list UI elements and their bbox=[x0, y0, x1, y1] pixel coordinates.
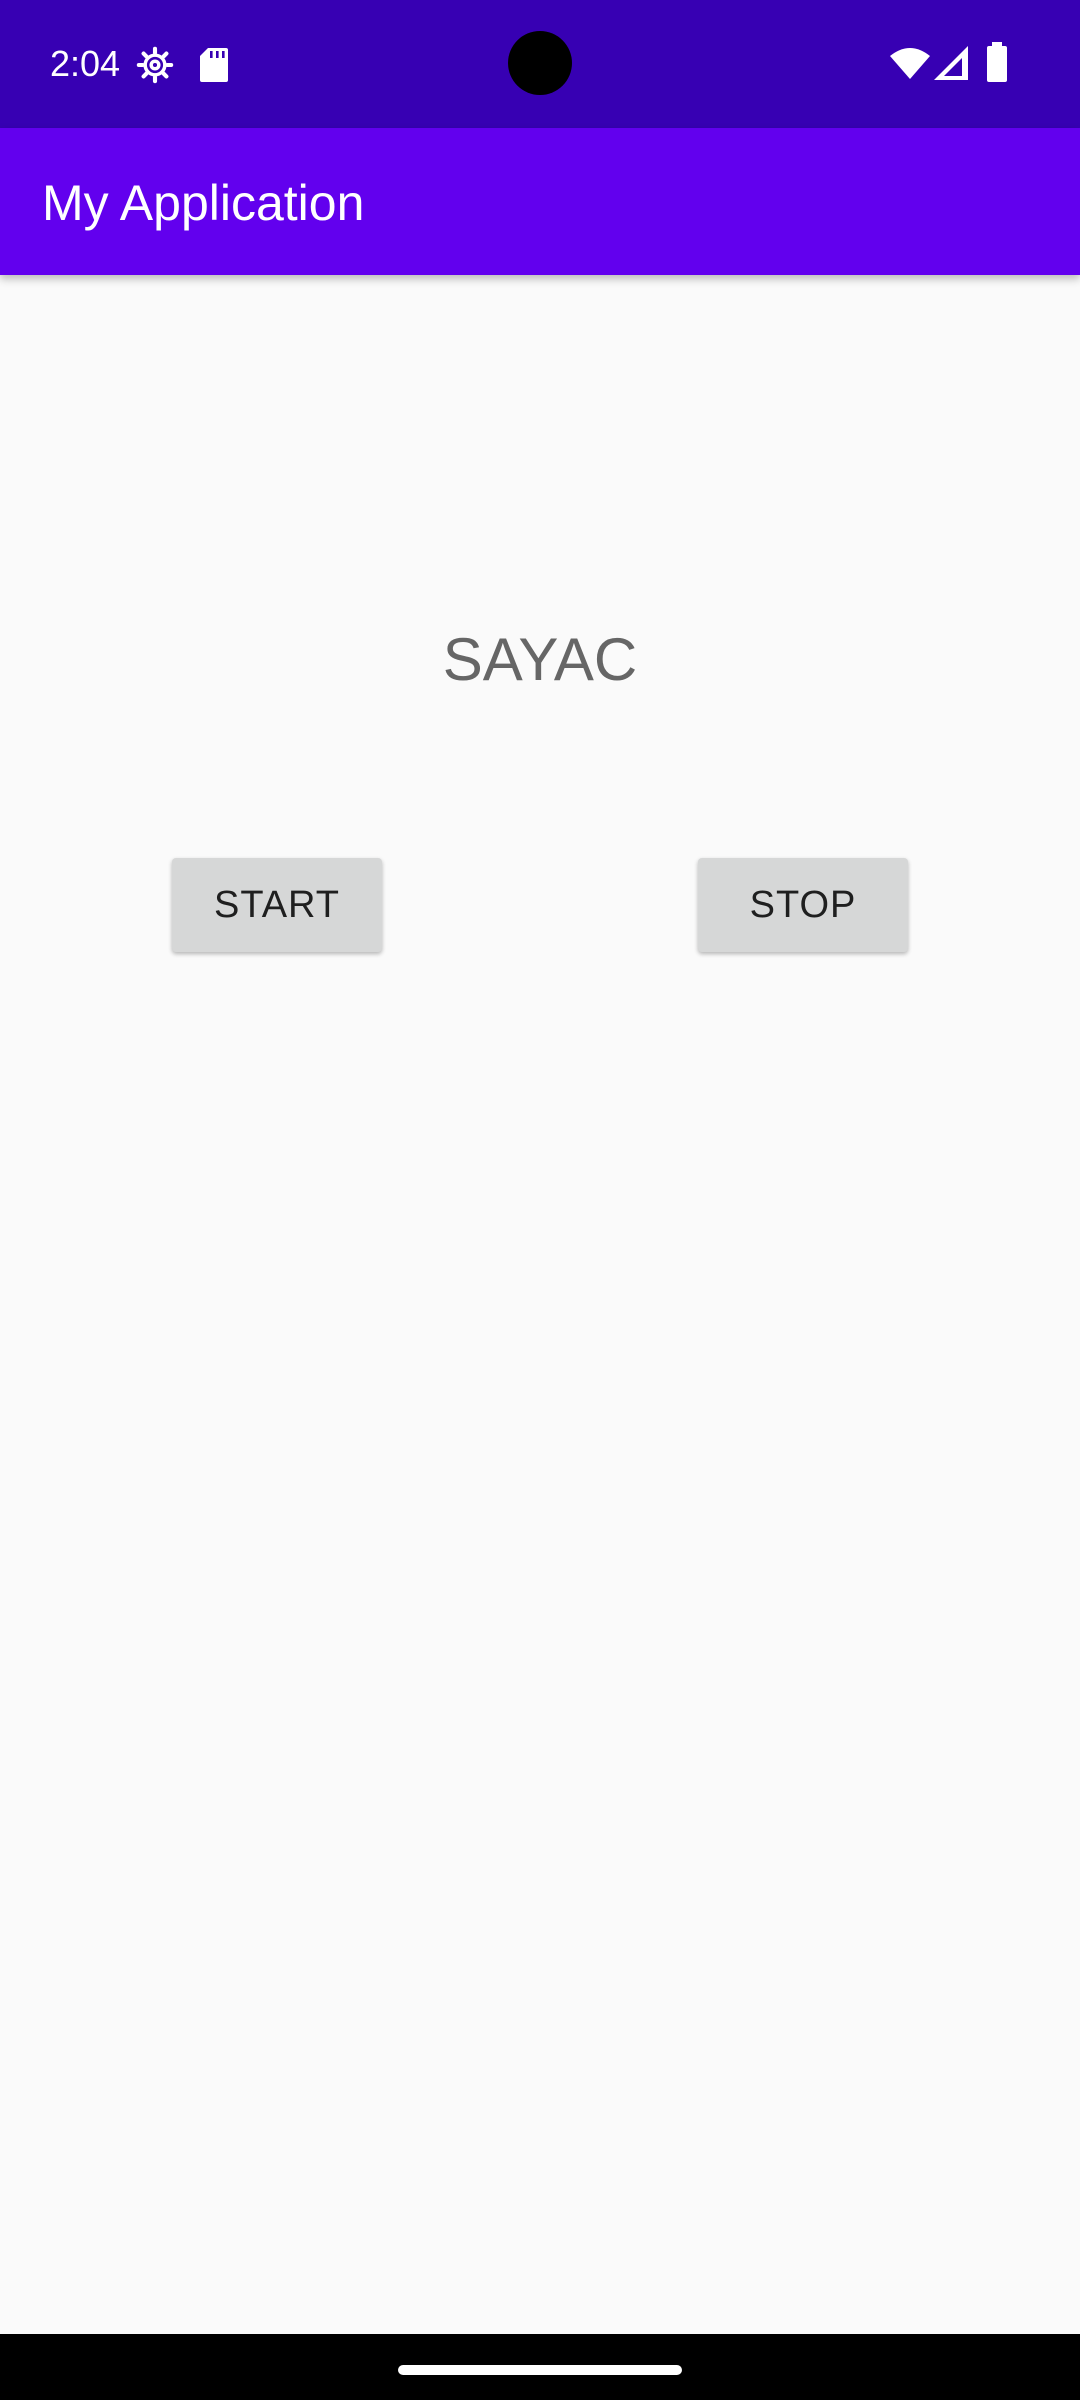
battery-icon bbox=[987, 42, 1007, 82]
status-time: 2:04 bbox=[50, 43, 121, 84]
cellular-signal-icon bbox=[934, 46, 968, 80]
app-title: My Application bbox=[42, 175, 365, 231]
app-screen: 2:04 My Application SAYAC START STOP bbox=[0, 0, 1080, 2400]
app-bar: My Application bbox=[0, 128, 1080, 275]
camera-cutout bbox=[508, 31, 572, 95]
home-gesture-handle[interactable] bbox=[398, 2365, 682, 2375]
sd-card-icon bbox=[200, 48, 228, 82]
settings-gear-icon bbox=[136, 46, 174, 84]
stop-button[interactable]: STOP bbox=[698, 858, 908, 952]
counter-label: SAYAC bbox=[442, 626, 638, 693]
wifi-icon bbox=[890, 48, 930, 79]
start-button[interactable]: START bbox=[172, 858, 382, 952]
navigation-bar bbox=[0, 2334, 1080, 2400]
status-bar: 2:04 bbox=[0, 0, 1080, 128]
